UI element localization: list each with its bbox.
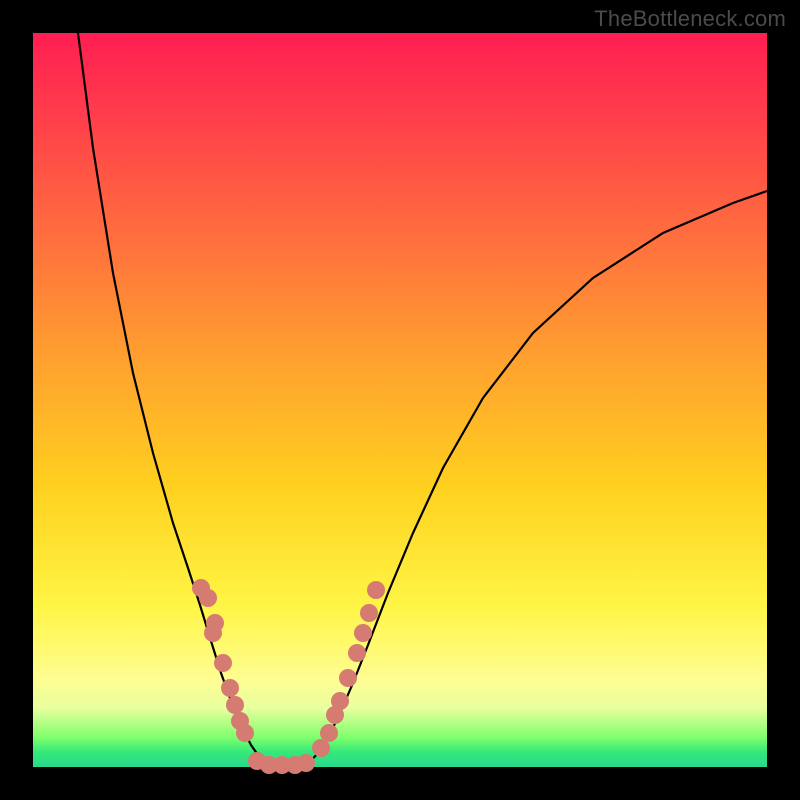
data-marker: [204, 624, 222, 642]
data-marker: [221, 679, 239, 697]
data-marker: [297, 754, 315, 772]
marker-group: [192, 579, 385, 774]
data-marker: [354, 624, 372, 642]
curve-svg: [33, 33, 767, 767]
data-marker: [192, 579, 210, 597]
watermark-text: TheBottleneck.com: [594, 6, 786, 32]
data-marker: [226, 696, 244, 714]
data-marker: [339, 669, 357, 687]
outer-frame: TheBottleneck.com: [0, 0, 800, 800]
data-marker: [236, 724, 254, 742]
data-marker: [367, 581, 385, 599]
bottleneck-curve: [78, 33, 767, 766]
data-marker: [360, 604, 378, 622]
data-marker: [320, 724, 338, 742]
data-marker: [348, 644, 366, 662]
data-marker: [331, 692, 349, 710]
data-marker: [214, 654, 232, 672]
plot-area: [33, 33, 767, 767]
